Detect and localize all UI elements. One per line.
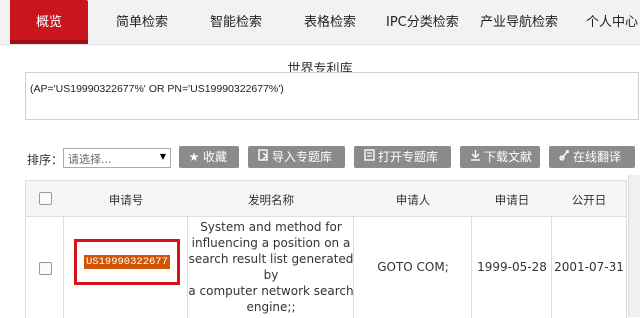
open-topic-button[interactable]: 打开专题库 [354, 146, 451, 168]
open-topic-button-label: 打开专题库 [378, 150, 439, 164]
download-button[interactable]: 下载文献 [460, 146, 540, 168]
toolbar: 排序： 请选择... ▼ ★ 收藏 导入专题库 打开专题库 下载文献 在线翻译 [0, 145, 640, 171]
import-topic-button[interactable]: 导入专题库 [248, 146, 345, 168]
tab-industry-nav-search[interactable]: 产业导航检索 [480, 0, 558, 44]
header-application-date[interactable]: 申请日 [472, 192, 552, 208]
patent-title-line: search result list generated by [188, 252, 354, 282]
favorite-button[interactable]: ★ 收藏 [179, 146, 239, 168]
star-icon: ★ [188, 150, 200, 164]
tab-overview[interactable]: 概览 [10, 0, 88, 44]
tab-personal-center[interactable]: 个人中心 [586, 0, 638, 44]
row-checkbox[interactable] [39, 262, 52, 275]
tab-ipc-search[interactable]: IPC分类检索 [386, 0, 459, 44]
tab-smart-search[interactable]: 智能检索 [210, 0, 262, 44]
patent-title-line: influencing a position on a [191, 236, 351, 250]
chevron-down-icon: ▼ [159, 152, 166, 161]
application-number-link[interactable]: US19990322677 [84, 255, 170, 269]
highlight-box: US19990322677 [74, 239, 180, 285]
patent-title-line: System and method for [200, 220, 342, 234]
vertical-scrollbar[interactable] [628, 175, 640, 317]
header-applicant[interactable]: 申请人 [354, 192, 472, 208]
sort-select[interactable]: 请选择... ▼ [63, 148, 171, 168]
patent-title[interactable]: System and method for influencing a posi… [188, 219, 354, 315]
applicant-cell: GOTO COM; [377, 260, 449, 274]
tab-simple-search[interactable]: 简单检索 [116, 0, 168, 44]
select-all-checkbox[interactable] [39, 192, 52, 205]
open-folder-icon [360, 146, 378, 168]
publication-date-cell: 2001-07-31 [554, 260, 624, 274]
patent-title-line: a computer network search [188, 284, 354, 298]
import-topic-button-label: 导入专题库 [272, 150, 333, 164]
translate-icon [555, 146, 573, 168]
query-input[interactable]: (AP='US19990322677%' OR PN='US1999032267… [25, 72, 639, 120]
tab-table-search[interactable]: 表格检索 [304, 0, 356, 44]
header-publication-date[interactable]: 公开日 [552, 192, 626, 208]
translate-button-label: 在线翻译 [573, 150, 622, 164]
header-title[interactable]: 发明名称 [188, 192, 354, 208]
download-icon [466, 146, 484, 168]
translate-button[interactable]: 在线翻译 [549, 146, 635, 168]
favorite-button-label: 收藏 [203, 150, 228, 164]
sort-label: 排序： [27, 153, 64, 167]
table-header: 申请号 发明名称 申请人 申请日 公开日 [26, 181, 626, 217]
sort-select-value: 请选择... [68, 153, 112, 166]
import-icon [254, 146, 272, 168]
query-text: (AP='US19990322677%' OR PN='US1999032267… [30, 83, 284, 95]
header-application-no[interactable]: 申请号 [64, 192, 188, 208]
patent-title-line: engine;; [246, 300, 296, 314]
top-nav: 概览 简单检索 智能检索 表格检索 IPC分类检索 产业导航检索 个人中心 [0, 0, 640, 45]
download-button-label: 下载文献 [484, 150, 533, 164]
application-date-cell: 1999-05-28 [477, 260, 547, 274]
